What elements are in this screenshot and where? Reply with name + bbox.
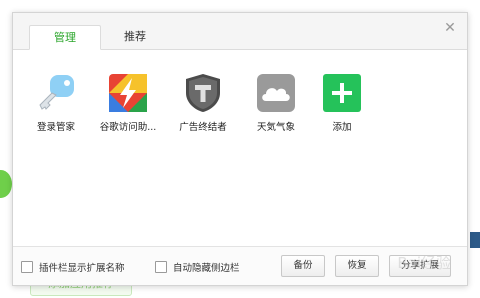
extension-label: 天気气象 (256, 122, 295, 133)
extension-label: 谷歌访问助... (99, 122, 157, 133)
shield-icon (183, 73, 223, 113)
extension-weather[interactable]: 天気气象 (241, 73, 311, 133)
dialog-footer: 插件栏显示扩展名称 自动隐藏侧边栏 备份 恢复 分享扩展 Bai经验 (13, 246, 467, 285)
extension-ad-terminator[interactable]: 广告终结者 (168, 73, 238, 133)
checkbox-box[interactable] (21, 261, 33, 273)
add-icon (322, 73, 362, 113)
share-extensions-button[interactable]: 分享扩展 (389, 255, 451, 277)
lightning-icon (108, 73, 148, 113)
checkbox-label: 自动隐藏侧边栏 (173, 263, 240, 274)
extension-login-manager[interactable]: 登录管家 (21, 73, 91, 133)
extension-google-helper[interactable]: 谷歌访问助... (93, 73, 163, 133)
add-extension-button[interactable]: 添加 (307, 73, 377, 133)
tab-manage[interactable]: 管理 (29, 25, 101, 50)
show-names-checkbox[interactable]: 插件栏显示扩展名称 (21, 260, 125, 274)
restore-button[interactable]: 恢复 (335, 255, 379, 277)
checkbox-box[interactable] (155, 261, 167, 273)
extension-grid: 登录管家 谷歌访问助... 广告终结者 天気气象 添加 (13, 73, 467, 153)
auto-hide-checkbox[interactable]: 自动隐藏侧边栏 (155, 260, 240, 274)
tab-recommend[interactable]: 推荐 (99, 25, 171, 49)
background-strip (470, 232, 480, 248)
extension-label: 广告终结者 (179, 122, 227, 133)
tab-bar: 管理 推荐 ✕ (13, 13, 467, 50)
close-icon[interactable]: ✕ (443, 21, 457, 35)
key-icon (36, 73, 76, 113)
extension-manager-dialog: 管理 推荐 ✕ 登录管家 谷歌访问助... 广告终结者 天気气象 添加 插件栏显… (12, 12, 468, 286)
extension-label: 添加 (332, 122, 352, 133)
backup-button[interactable]: 备份 (281, 255, 325, 277)
checkbox-label: 插件栏显示扩展名称 (39, 263, 125, 274)
extension-label: 登录管家 (36, 122, 75, 133)
cloud-icon (256, 73, 296, 113)
